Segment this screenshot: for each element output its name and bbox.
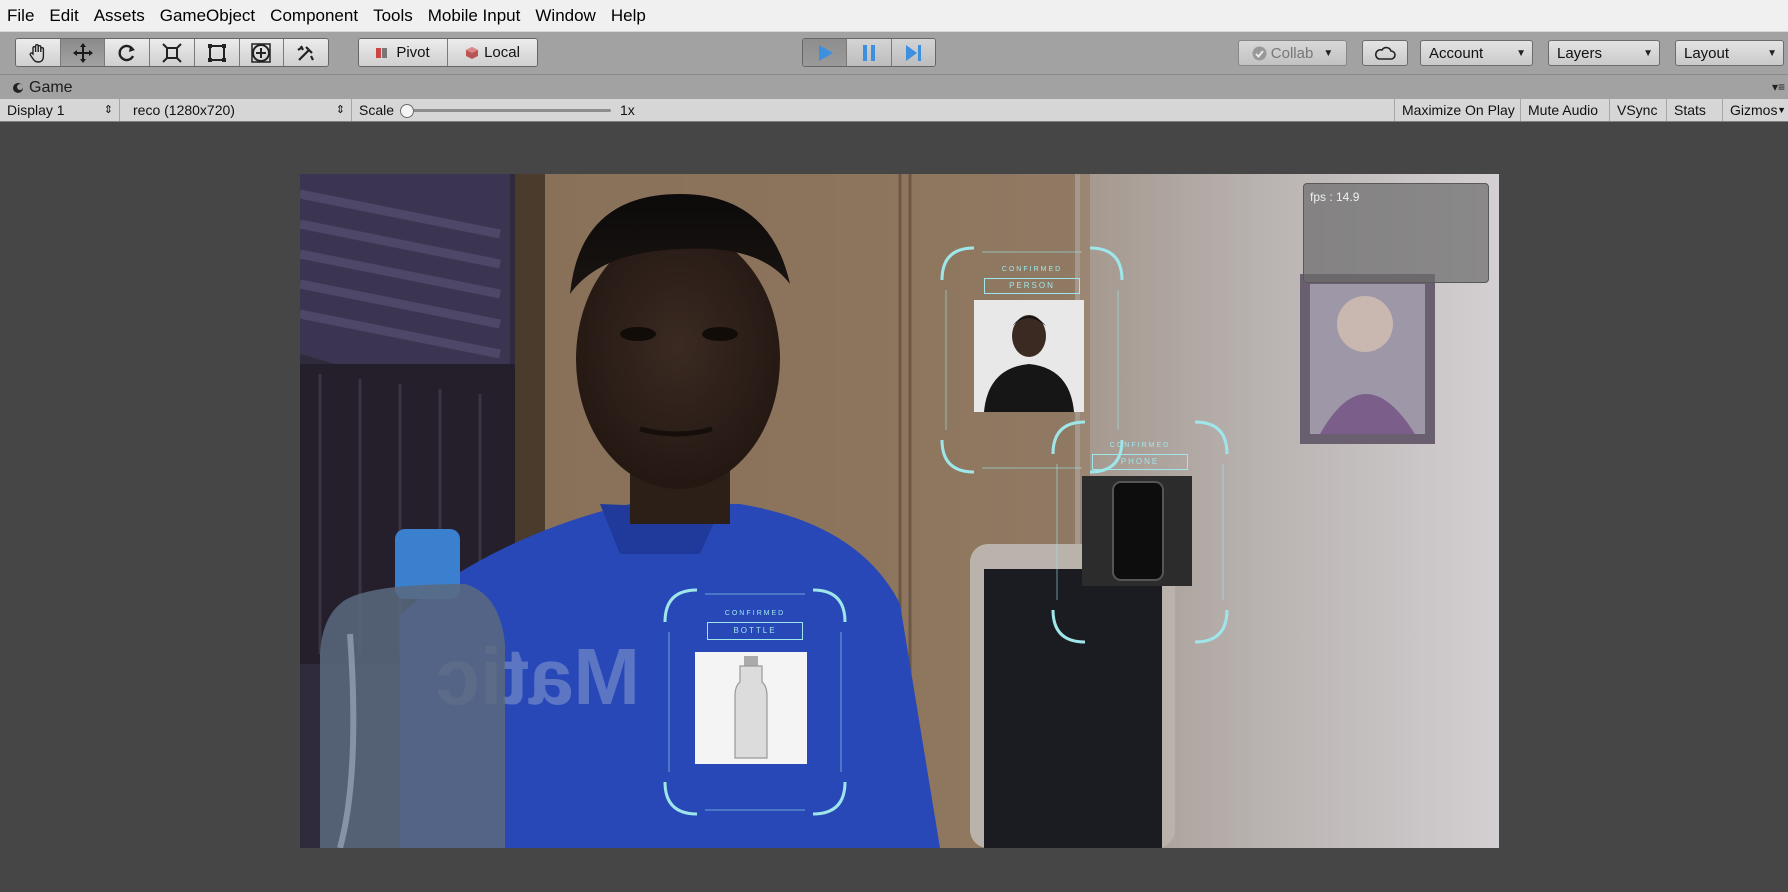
layout-label: Layout [1684, 44, 1730, 62]
chevron-down-icon: ▼ [1777, 105, 1786, 115]
bottle-image-icon [734, 656, 768, 759]
scale-value: 1x [620, 102, 635, 118]
scale-icon [162, 42, 182, 63]
person-status: CONFIRMED [1001, 266, 1063, 273]
maximize-label: Maximize On Play [1402, 102, 1515, 118]
scale-control: Scale 1x [352, 99, 652, 121]
step-button[interactable] [891, 39, 935, 66]
mute-audio-toggle[interactable]: Mute Audio [1521, 99, 1610, 121]
chevron-down-icon: ▼ [1767, 47, 1777, 59]
phone-label: PHONE [1092, 454, 1188, 470]
menu-tools[interactable]: Tools [366, 0, 421, 31]
move-icon [72, 42, 93, 63]
display-dropdown[interactable]: Display 1 ⇕ [0, 99, 120, 121]
camera-feed: Matic fps : 14.9 CONFIRMED PERSON CONFIR… [300, 174, 1499, 848]
play-icon [818, 44, 833, 61]
resolution-dropdown[interactable]: reco (1280x720) ⇕ [126, 99, 352, 121]
transform-tools [15, 38, 329, 67]
updown-arrows-icon: ⇕ [335, 104, 345, 116]
rect-tool-button[interactable] [194, 39, 240, 66]
rect-tool-icon [207, 43, 226, 62]
stats-toggle[interactable]: Stats [1667, 99, 1723, 121]
phone-status: CONFIRMED [1109, 442, 1171, 449]
game-view-bar: Display 1 ⇕ reco (1280x720) ⇕ Scale 1x M… [0, 99, 1788, 122]
cloud-button[interactable] [1362, 40, 1408, 66]
chevron-down-icon: ▼ [1643, 47, 1653, 59]
tab-game[interactable]: Game [12, 78, 73, 98]
menu-edit[interactable]: Edit [42, 0, 86, 31]
resolution-label: reco (1280x720) [133, 102, 235, 118]
person-avatar-icon [984, 315, 1074, 412]
rotate-icon [118, 44, 136, 61]
check-circle-icon [1252, 46, 1267, 60]
account-dropdown[interactable]: Account ▼ [1420, 40, 1533, 66]
pivot-icon [376, 47, 388, 58]
fps-text: fps : 14.9 [1310, 190, 1360, 204]
person-label: PERSON [984, 278, 1080, 294]
detection-card-phone: CONFIRMED PHONE [1045, 414, 1235, 650]
move-tool-button[interactable] [60, 39, 106, 66]
maximize-on-play-toggle[interactable]: Maximize On Play [1394, 99, 1521, 121]
menu-mobile-input[interactable]: Mobile Input [421, 0, 529, 31]
collab-label: Collab [1270, 44, 1314, 62]
person-thumbnail [974, 300, 1084, 412]
scale-slider-track[interactable] [400, 104, 611, 118]
tab-game-label: Game [29, 79, 73, 96]
bottle-label: BOTTLE [707, 622, 803, 640]
pause-icon [862, 44, 875, 61]
game-tab-icon [13, 83, 23, 93]
scale-tool-button[interactable] [150, 39, 195, 66]
pause-button[interactable] [847, 39, 892, 66]
updown-arrows-icon: ⇕ [103, 104, 113, 116]
menu-bar: File Edit Assets GameObject Component To… [0, 0, 1788, 32]
phone-thumbnail [1082, 476, 1192, 586]
play-button[interactable] [803, 39, 848, 66]
gizmos-label: Gizmos [1730, 102, 1778, 118]
menu-assets[interactable]: Assets [87, 0, 153, 31]
tab-bar: Game ▾≡ [0, 74, 1788, 100]
local-label: Local [484, 44, 520, 61]
chevron-down-icon: ▼ [1516, 47, 1526, 59]
mute-label: Mute Audio [1528, 102, 1599, 118]
bottle-thumbnail [695, 652, 807, 764]
transform-tool-button[interactable] [239, 39, 285, 66]
scale-slider-thumb[interactable] [400, 104, 414, 118]
gizmos-dropdown[interactable]: Gizmos ▼ [1723, 99, 1788, 121]
pivot-local-group: Pivot Local [358, 38, 538, 67]
chevron-down-icon: ▼ [1323, 47, 1334, 59]
account-label: Account [1429, 44, 1484, 62]
hand-icon [29, 43, 44, 63]
custom-tool-icon [297, 45, 315, 61]
bottle-status: CONFIRMED [724, 610, 786, 617]
panel-menu-icon[interactable]: ▾≡ [1772, 80, 1785, 94]
transform-tool-icon [251, 42, 272, 63]
rotate-tool-button[interactable] [105, 39, 151, 66]
layers-dropdown[interactable]: Layers ▼ [1548, 40, 1660, 66]
menu-window[interactable]: Window [528, 0, 603, 31]
pivot-label: Pivot [396, 44, 430, 61]
stats-label: Stats [1674, 102, 1706, 118]
menu-help[interactable]: Help [604, 0, 654, 31]
step-icon [906, 44, 922, 61]
layout-dropdown[interactable]: Layout ▼ [1675, 40, 1784, 66]
layers-label: Layers [1557, 44, 1603, 62]
pivot-button[interactable]: Pivot [359, 39, 448, 66]
cloud-icon [1375, 46, 1396, 60]
menu-component[interactable]: Component [263, 0, 366, 31]
local-button[interactable]: Local [448, 39, 537, 66]
display-label: Display 1 [7, 102, 65, 118]
fps-panel: fps : 14.9 [1303, 183, 1489, 283]
phone-image-icon [1082, 476, 1192, 586]
hand-tool-button[interactable] [16, 39, 61, 66]
custom-tool-button[interactable] [284, 39, 328, 66]
vsync-toggle[interactable]: VSync [1610, 99, 1667, 121]
scale-label: Scale [359, 102, 395, 118]
vsync-label: VSync [1617, 102, 1658, 118]
menu-gameobject[interactable]: GameObject [153, 0, 263, 31]
play-controls [802, 38, 936, 67]
detection-card-bottle: CONFIRMED BOTTLE [655, 582, 855, 822]
collab-button[interactable]: Collab ▼ [1238, 40, 1347, 66]
menu-file[interactable]: File [0, 0, 42, 31]
local-cube-icon [466, 46, 479, 59]
